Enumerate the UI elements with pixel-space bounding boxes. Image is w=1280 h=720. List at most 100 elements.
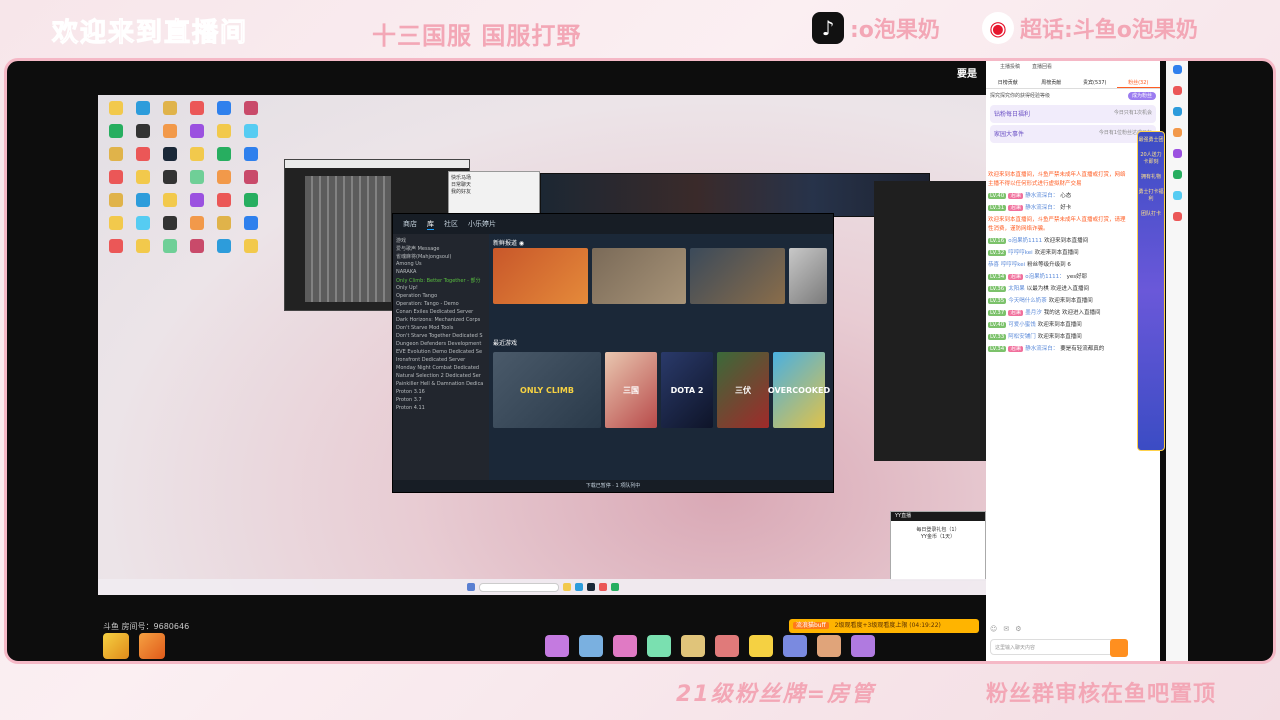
explorer-icon[interactable] [563,583,571,591]
chat-nick[interactable]: 今天喝什么奶茶 [1008,298,1047,304]
library-item[interactable]: Dark Horizons: Mechanized Corps [396,317,486,325]
replay-link[interactable]: 直播回看 [1032,63,1052,70]
app-icon [244,124,258,138]
gift-icon[interactable] [817,635,841,657]
steam-nav-library[interactable]: 库 [427,219,434,230]
rail-icon[interactable] [1172,212,1182,221]
rail-icon[interactable] [1172,65,1182,74]
app-icon [190,239,204,253]
gift-icon[interactable] [647,635,671,657]
library-item[interactable]: Proton 3.7 [396,397,486,405]
gift-icon[interactable] [545,635,569,657]
library-item[interactable]: Operation Tango [396,293,486,301]
tab-weekly[interactable]: 周榜贡献 [1030,77,1074,88]
library-item[interactable]: Monday Night Combat Dedicated [396,365,486,373]
library-item[interactable]: Natural Selection 2 Dedicated Ser [396,373,486,381]
home-event-box[interactable]: 家园大事件 今日有1位粉丝达成目标 [990,125,1156,143]
become-fan-button[interactable]: 成为粉丝 [1127,92,1156,100]
chat-nick[interactable]: 可爱小蜜饯 [1008,322,1036,328]
rail-icon[interactable] [1172,86,1182,95]
game-tile[interactable]: 三伏 [717,352,769,428]
library-item[interactable]: Among Us [396,261,486,269]
chat-input[interactable]: 这里输入聊天内容 [990,639,1126,655]
steam-window[interactable]: 商店 库 社区 小乐婷片 游戏 爱与歌声 Message 雀魂麻将(Mahjon… [392,213,834,493]
chat-nick[interactable]: 墨月汐 [1025,310,1042,316]
tab-fans[interactable]: 粉丝(32) [1116,77,1160,88]
game-tile[interactable]: OVERCOOKED [768,352,830,428]
chat-message: LV.40 泡果 静水流深白： 心态 [988,192,1130,201]
daily-benefit-box[interactable]: 钻粉每日福利 今日只有1次机会 [990,105,1156,123]
rail-icon[interactable] [1172,128,1182,137]
gift-icon[interactable] [103,633,129,659]
game-tile[interactable]: ONLY CLIMB [493,352,601,428]
qq-window[interactable]: 快乐马场 日常聊天 我的好友 [448,171,540,219]
settings-icon[interactable]: ⚙ [1015,625,1021,633]
chat-nick[interactable]: 哼哼哼kei [1008,250,1032,256]
game-tile[interactable]: DOTA 2 [661,352,713,428]
rail-icon[interactable] [1172,170,1182,179]
app-icon[interactable] [599,583,607,591]
rail-icon[interactable] [1172,107,1182,116]
library-item[interactable]: Conan Exiles Dedicated Server [396,309,486,317]
gift-icon[interactable] [749,635,773,657]
daily-benefit-note: 今日只有1次机会 [1113,110,1152,116]
streamer-posts-link[interactable]: 主播投稿 [1000,63,1020,70]
tab-daily[interactable]: 日榜贡献 [986,77,1030,88]
library-item[interactable]: Only Climb: Better Together - 部分 [396,277,486,285]
gift-icon[interactable] [715,635,739,657]
chat-nick[interactable]: 静水流深白： [1025,193,1058,199]
gift-icon[interactable] [681,635,705,657]
chat-text: 以最为棋 欢迎进入直播间 [1026,286,1090,292]
steam-icon[interactable] [587,583,595,591]
emoji-icon[interactable]: ☺ [990,625,997,633]
library-item[interactable]: Painkiller Hell & Damnation Dedica [396,381,486,389]
gift-icon[interactable] [851,635,875,657]
browser-icon[interactable] [575,583,583,591]
gift-icon[interactable] [579,635,603,657]
yy-popup[interactable]: YY直播 每日登录礼包（1） YY金币（1天） [890,511,986,581]
popup-title: 每日登录礼包（1） [916,527,960,533]
chat-nick[interactable]: o泡果奶1111： [1025,274,1064,280]
game-tile[interactable]: 三国 [605,352,657,428]
steam-nav-profile[interactable]: 小乐婷片 [468,219,496,229]
library-item[interactable]: 雀魂麻将(Mahjongsoul) [396,253,486,261]
gift-icon[interactable] [783,635,807,657]
library-item[interactable]: Ironsfront Dedicated Server [396,357,486,365]
chat-nick[interactable]: o泡果奶1111 [1008,238,1042,244]
library-item[interactable]: Don't Starve Mod Tools [396,325,486,333]
library-item[interactable]: 爱与歌声 Message [396,245,486,253]
news-card[interactable] [493,248,588,304]
chat-nick[interactable]: 太阳果 [1008,286,1025,292]
chat-nick[interactable]: 静水流深白： [1025,205,1058,211]
send-button[interactable] [1110,639,1128,657]
gift-icon[interactable]: ✉ [1003,625,1009,633]
library-item[interactable]: Dungeon Defenders Development [396,341,486,349]
app-icon [109,239,123,253]
library-item[interactable]: 游戏 [396,237,486,245]
news-card[interactable] [591,248,687,304]
news-card[interactable] [789,248,827,304]
start-icon[interactable] [467,583,475,591]
rail-icon[interactable] [1172,191,1182,200]
chat-nick[interactable]: 阿松安铺门 [1008,334,1036,340]
library-item[interactable]: Operation: Tango - Demo [396,301,486,309]
taskbar-search[interactable] [479,582,559,592]
library-item[interactable]: Don't Starve Together Dedicated S [396,333,486,341]
gift-icon[interactable] [139,633,165,659]
tab-vip[interactable]: 贵宾(537) [1073,77,1117,88]
warrior-team-panel[interactable]: 最强勇士团 20人送力卡即刻 拥有礼物 勇士打卡福利 团队打卡 [1137,131,1165,451]
app-icon[interactable] [611,583,619,591]
library-item[interactable]: NARAKA [396,269,486,277]
steam-nav-store[interactable]: 商店 [403,219,417,229]
news-card[interactable] [690,248,786,304]
chat-nick[interactable]: 静水流深白： [1025,346,1058,352]
chat-nick[interactable]: 恭喜 哼哼哼kei [988,262,1025,268]
rail-icon[interactable] [1172,149,1182,158]
library-item[interactable]: Only Up! [396,285,486,293]
gift-icon[interactable] [613,635,637,657]
library-item[interactable]: Proton 3.16 [396,389,486,397]
library-item[interactable]: Proton 4.11 [396,405,486,413]
library-item[interactable]: EVE Evolution Demo Dedicated Se [396,349,486,357]
app-icon [190,124,204,138]
steam-nav-community[interactable]: 社区 [444,219,458,229]
